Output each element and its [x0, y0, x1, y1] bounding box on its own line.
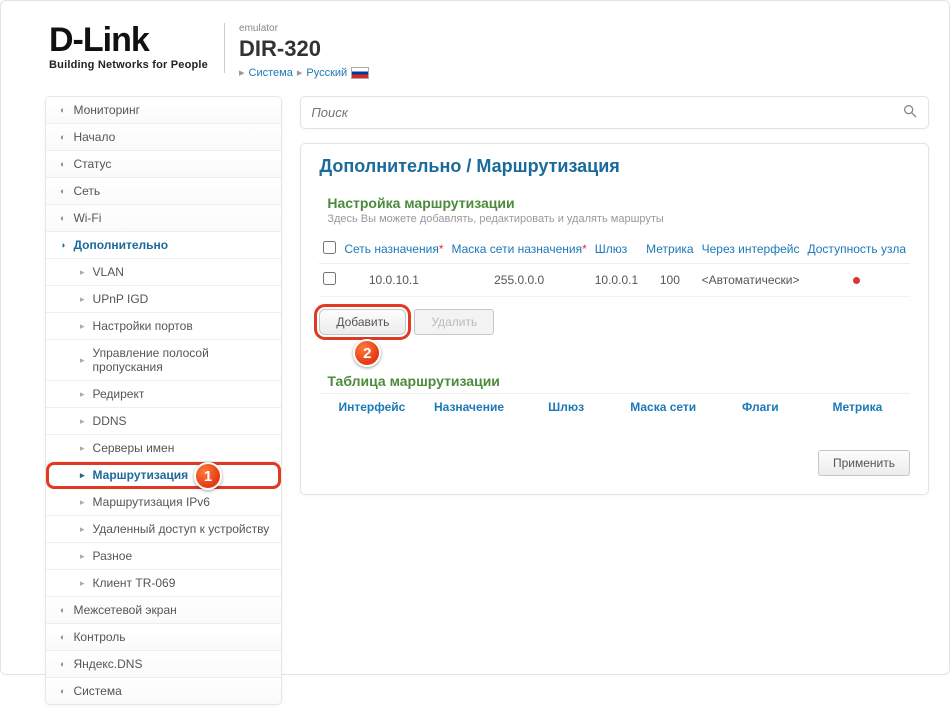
divider: [224, 23, 225, 73]
sidebar-sub-routing[interactable]: ▸Маршрутизация 1: [46, 462, 281, 489]
row-checkbox[interactable]: [323, 272, 336, 285]
chevron-right-icon: ◐: [60, 159, 65, 169]
chevron-right-icon: ◐: [60, 632, 65, 642]
app-header: D-Link Building Networks for People emul…: [1, 1, 949, 96]
model-name: DIR-320: [239, 36, 369, 62]
sidebar-item-yandexdns[interactable]: ◐Яндекс.DNS: [46, 651, 281, 678]
sidebar-item-status[interactable]: ◐Статус: [46, 151, 281, 178]
rt-col-dest: Назначение: [420, 400, 517, 414]
chevron-right-icon: ◐: [60, 686, 65, 696]
cell-avail: [804, 264, 911, 297]
sidebar-sub-redirect[interactable]: ▸Редирект: [46, 381, 281, 408]
brand-tagline: Building Networks for People: [49, 59, 208, 71]
content-panel: Дополнительно / Маршрутизация Настройка …: [300, 143, 929, 495]
rt-col-gateway: Шлюз: [518, 400, 615, 414]
chevron-right-icon: ◐: [60, 132, 65, 142]
add-button[interactable]: Добавить: [319, 309, 406, 335]
rt-col-metric: Метрика: [809, 400, 906, 414]
chevron-right-icon: ▸: [80, 389, 85, 400]
chevron-right-icon: ▸: [80, 578, 85, 589]
sidebar-item-wifi[interactable]: ◐Wi-Fi: [46, 205, 281, 232]
col-iface[interactable]: Через интерфейс: [698, 235, 804, 264]
sidebar-item-control[interactable]: ◐Контроль: [46, 624, 281, 651]
chevron-right-icon: ◐: [60, 659, 65, 669]
cell-mask: 255.0.0.0: [447, 264, 590, 297]
sidebar-sub-bandwidth[interactable]: ▸Управление полосой пропускания: [46, 340, 281, 381]
emulator-label: emulator: [239, 23, 369, 34]
cell-metric: 100: [642, 264, 697, 297]
chevron-right-icon: ◐: [60, 213, 65, 223]
cell-dest: 10.0.10.1: [340, 264, 447, 297]
chevron-right-icon: ▸: [80, 294, 85, 305]
table-row[interactable]: 10.0.10.1 255.0.0.0 10.0.0.1 100 <Автома…: [319, 264, 910, 297]
table-header-row: Сеть назначения* Маска сети назначения* …: [319, 235, 910, 264]
page-title: Дополнительно / Маршрутизация: [319, 156, 910, 177]
chevron-right-icon: ▸: [80, 497, 85, 508]
col-avail[interactable]: Доступность узла: [804, 235, 911, 264]
rt-col-iface: Интерфейс: [323, 400, 420, 414]
chevron-right-icon: ▸: [80, 524, 85, 535]
apply-button[interactable]: Применить: [818, 450, 910, 476]
delete-button: Удалить: [414, 309, 494, 335]
select-all-checkbox[interactable]: [323, 241, 336, 254]
sidebar-sub-upnp[interactable]: ▸UPnP IGD: [46, 286, 281, 313]
main-content: Дополнительно / Маршрутизация Настройка …: [300, 96, 929, 705]
language-link[interactable]: Русский: [306, 67, 347, 79]
chevron-right-icon: ◐: [60, 105, 65, 115]
section-title-rt: Таблица маршрутизации: [327, 373, 910, 389]
sidebar-sub-tr069[interactable]: ▸Клиент TR-069: [46, 570, 281, 597]
search-bar[interactable]: [300, 96, 929, 129]
cell-gateway: 10.0.0.1: [591, 264, 642, 297]
chevron-right-icon: ◐: [60, 605, 65, 615]
sidebar-item-start[interactable]: ◐Начало: [46, 124, 281, 151]
sidebar-item-monitoring[interactable]: ◐Мониторинг: [46, 97, 281, 124]
sidebar-sub-ddns[interactable]: ▸DDNS: [46, 408, 281, 435]
model-block: emulator DIR-320 ▸ Система ▸ Русский: [239, 23, 369, 79]
col-mask[interactable]: Маска сети назначения*: [447, 235, 590, 264]
chevron-right-icon: ▸: [80, 321, 85, 332]
status-dot-icon: [853, 277, 860, 284]
brand-logo: D-Link Building Networks for People: [49, 23, 208, 71]
sidebar-sub-misc[interactable]: ▸Разное: [46, 543, 281, 570]
annotation-badge-1: 1: [194, 462, 222, 490]
chevron-right-icon: ▸: [80, 443, 85, 454]
cell-iface: <Автоматически>: [698, 264, 804, 297]
section-desc-routing: Здесь Вы можете добавлять, редактировать…: [327, 213, 910, 225]
chevron-right-icon: ◐: [60, 186, 65, 196]
search-input[interactable]: [311, 105, 902, 120]
chevron-right-icon: ▸: [80, 551, 85, 562]
brand-name: D-Link: [49, 23, 208, 57]
chevron-right-icon: ▸: [80, 470, 85, 481]
rt-col-mask: Маска сети: [615, 400, 712, 414]
sidebar: ◐Мониторинг ◐Начало ◐Статус ◐Сеть ◐Wi-Fi…: [45, 96, 282, 705]
sidebar-item-system[interactable]: ◐Система: [46, 678, 281, 704]
routing-table-header: Интерфейс Назначение Шлюз Маска сети Фла…: [319, 393, 910, 420]
system-link[interactable]: Система: [249, 67, 293, 79]
col-dest[interactable]: Сеть назначения*: [340, 235, 447, 264]
sidebar-sub-remote[interactable]: ▸Удаленный доступ к устройству: [46, 516, 281, 543]
chevron-right-icon: ▸: [297, 66, 303, 79]
sidebar-item-network[interactable]: ◐Сеть: [46, 178, 281, 205]
sidebar-sub-dns[interactable]: ▸Серверы имен: [46, 435, 281, 462]
sidebar-sub-ports[interactable]: ▸Настройки портов: [46, 313, 281, 340]
sidebar-sub-routing-ipv6[interactable]: ▸Маршрутизация IPv6: [46, 489, 281, 516]
chevron-down-icon: ◑: [60, 240, 65, 250]
sidebar-sub-vlan[interactable]: ▸VLAN: [46, 259, 281, 286]
chevron-right-icon: ▸: [239, 66, 245, 79]
routes-table: Сеть назначения* Маска сети назначения* …: [319, 235, 910, 297]
col-metric[interactable]: Метрика: [642, 235, 697, 264]
chevron-right-icon: ▸: [80, 267, 85, 278]
flag-ru-icon: [351, 67, 369, 79]
sidebar-item-advanced[interactable]: ◑Дополнительно: [46, 232, 281, 259]
sidebar-item-firewall[interactable]: ◐Межсетевой экран: [46, 597, 281, 624]
chevron-right-icon: ▸: [80, 355, 85, 366]
section-title-routing: Настройка маршрутизации: [327, 195, 910, 211]
col-gateway[interactable]: Шлюз: [591, 235, 642, 264]
search-icon: [902, 103, 918, 122]
chevron-right-icon: ▸: [80, 416, 85, 427]
rt-col-flags: Флаги: [712, 400, 809, 414]
